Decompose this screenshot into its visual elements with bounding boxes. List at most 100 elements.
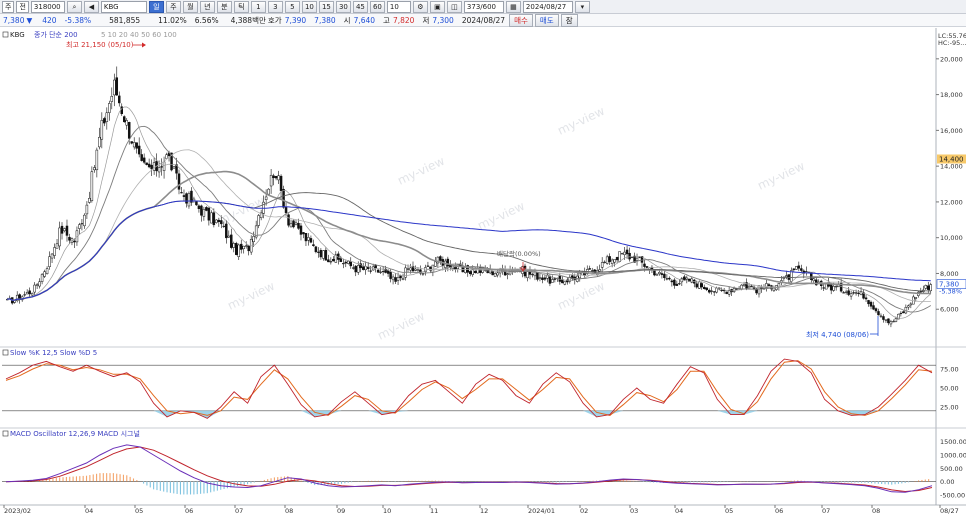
candle-body (844, 291, 848, 293)
x-tick-label: 07 (235, 507, 243, 515)
candle-body (628, 252, 631, 260)
candle-body (379, 271, 382, 273)
candle-body (302, 232, 305, 235)
candle-body (907, 305, 910, 308)
legend-box-icon (2, 430, 9, 437)
candle-body (147, 163, 151, 168)
candle-body (663, 273, 666, 279)
candle-body (394, 277, 397, 282)
candle-body (785, 275, 788, 278)
candle-body (653, 270, 656, 276)
candle-body (292, 220, 295, 228)
candle-body (421, 273, 425, 275)
y-tick-label: 8,000 (940, 270, 959, 278)
candle-body (103, 118, 106, 124)
candle-body (613, 259, 616, 263)
candle-body (100, 120, 104, 140)
legend-price: KBG (10, 31, 25, 39)
candle-body (197, 205, 201, 209)
candle-body (187, 193, 191, 207)
candle-body (695, 283, 699, 288)
candle-body (85, 204, 89, 215)
candle-body (332, 258, 335, 262)
candle-body (887, 318, 890, 324)
candle-body (496, 272, 499, 276)
candle-body (135, 142, 138, 149)
candle-body (364, 266, 367, 271)
candle-body (202, 209, 206, 217)
candle-body (625, 249, 629, 255)
candle-body (683, 276, 686, 280)
candle-body (473, 270, 477, 273)
candle-body (145, 162, 148, 165)
candle-body (172, 166, 176, 169)
candle-body (531, 274, 534, 276)
candle-body (884, 319, 888, 321)
candle-body (800, 268, 803, 271)
y-tick-label: 6,000 (940, 306, 959, 314)
candle-body (698, 281, 701, 289)
candle-body (180, 192, 183, 194)
candle-body (50, 253, 54, 259)
candle-body (872, 305, 875, 310)
candle-body (142, 157, 146, 163)
candle-body (210, 212, 213, 224)
candle-body (598, 269, 601, 272)
candle-body (389, 271, 392, 279)
candle-body (28, 290, 31, 295)
candle-body (352, 267, 355, 269)
candle-body (227, 235, 231, 238)
candle-body (426, 265, 430, 267)
macd-y-tick-label: 1000.00 (940, 452, 966, 460)
candle-body (294, 222, 298, 225)
candle-body (919, 291, 923, 293)
candle-body (630, 256, 634, 259)
candle-body (63, 228, 66, 232)
event-annotation: 배당락(0.00%) (497, 249, 541, 258)
candle-body (538, 277, 542, 279)
candle-body (277, 175, 280, 181)
legend-box-icon (2, 31, 9, 38)
candle-body (137, 145, 141, 155)
candle-body (874, 308, 878, 312)
candle-body (279, 175, 283, 191)
candle-body (177, 173, 181, 190)
candle-body (304, 233, 308, 242)
low-annotation: 최저 4,740 (08/06) (806, 330, 869, 339)
candle-body (369, 270, 372, 272)
y-tick-label: 16,000 (940, 127, 963, 135)
candle-body (409, 267, 412, 271)
candle-body (110, 95, 114, 102)
candle-body (220, 220, 223, 225)
candle-body (832, 286, 835, 291)
candle-body (267, 188, 270, 195)
candle-body (68, 236, 71, 241)
candle-body (635, 257, 639, 261)
candle-body (541, 277, 544, 280)
y-tick-label: 12,000 (940, 198, 963, 206)
stock-chart[interactable]: my-viewmy-viewmy-viewmy-viewmy-viewmy-vi… (0, 0, 966, 515)
candle-body (40, 274, 44, 282)
candle-body (257, 215, 260, 226)
candle-body (200, 205, 203, 216)
candle-body (125, 120, 128, 126)
candle-body (526, 270, 529, 279)
candle-body (605, 256, 609, 264)
candle-body (80, 223, 84, 225)
x-tick-label: 10 (383, 507, 391, 515)
candle-body (73, 240, 76, 243)
candle-body (215, 219, 218, 223)
candle-body (431, 264, 435, 273)
candle-body (864, 297, 868, 300)
candle-body (857, 292, 860, 294)
x-tick-label: 02 (580, 507, 588, 515)
macd-y-tick-label: 500.00 (940, 465, 963, 473)
candle-body (222, 225, 226, 227)
candle-body (414, 268, 417, 271)
candle-body (643, 263, 646, 267)
candle-body (722, 290, 726, 292)
stoch-y-tick-label: 25.00 (940, 404, 959, 412)
x-tick-label: 2024/01 (528, 507, 555, 515)
candle-body (608, 256, 611, 262)
y-tick-label: 14,000 (940, 163, 963, 171)
